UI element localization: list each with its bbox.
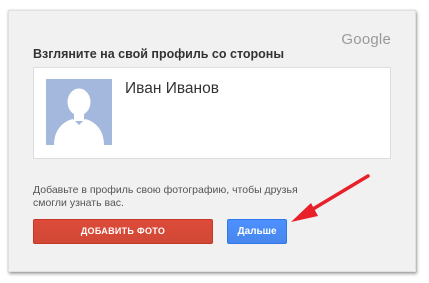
add-photo-hint: Добавьте в профиль свою фотографию, чтоб… — [33, 184, 298, 209]
default-person-silhouette-icon — [46, 79, 112, 145]
screenshot: Google Взгляните на свой профиль со стор… — [0, 0, 429, 283]
profile-dialog: Google Взгляните на свой профиль со стор… — [8, 10, 416, 272]
profile-name: Иван Иванов — [125, 80, 219, 97]
dialog-heading: Взгляните на свой профиль со стороны — [33, 47, 285, 61]
next-button[interactable]: Дальше — [227, 219, 287, 244]
profile-preview: Иван Иванов — [33, 67, 391, 159]
avatar — [46, 79, 112, 145]
add-photo-button[interactable]: ДОБАВИТЬ ФОТО — [33, 219, 213, 244]
google-logo: Google — [341, 31, 391, 48]
